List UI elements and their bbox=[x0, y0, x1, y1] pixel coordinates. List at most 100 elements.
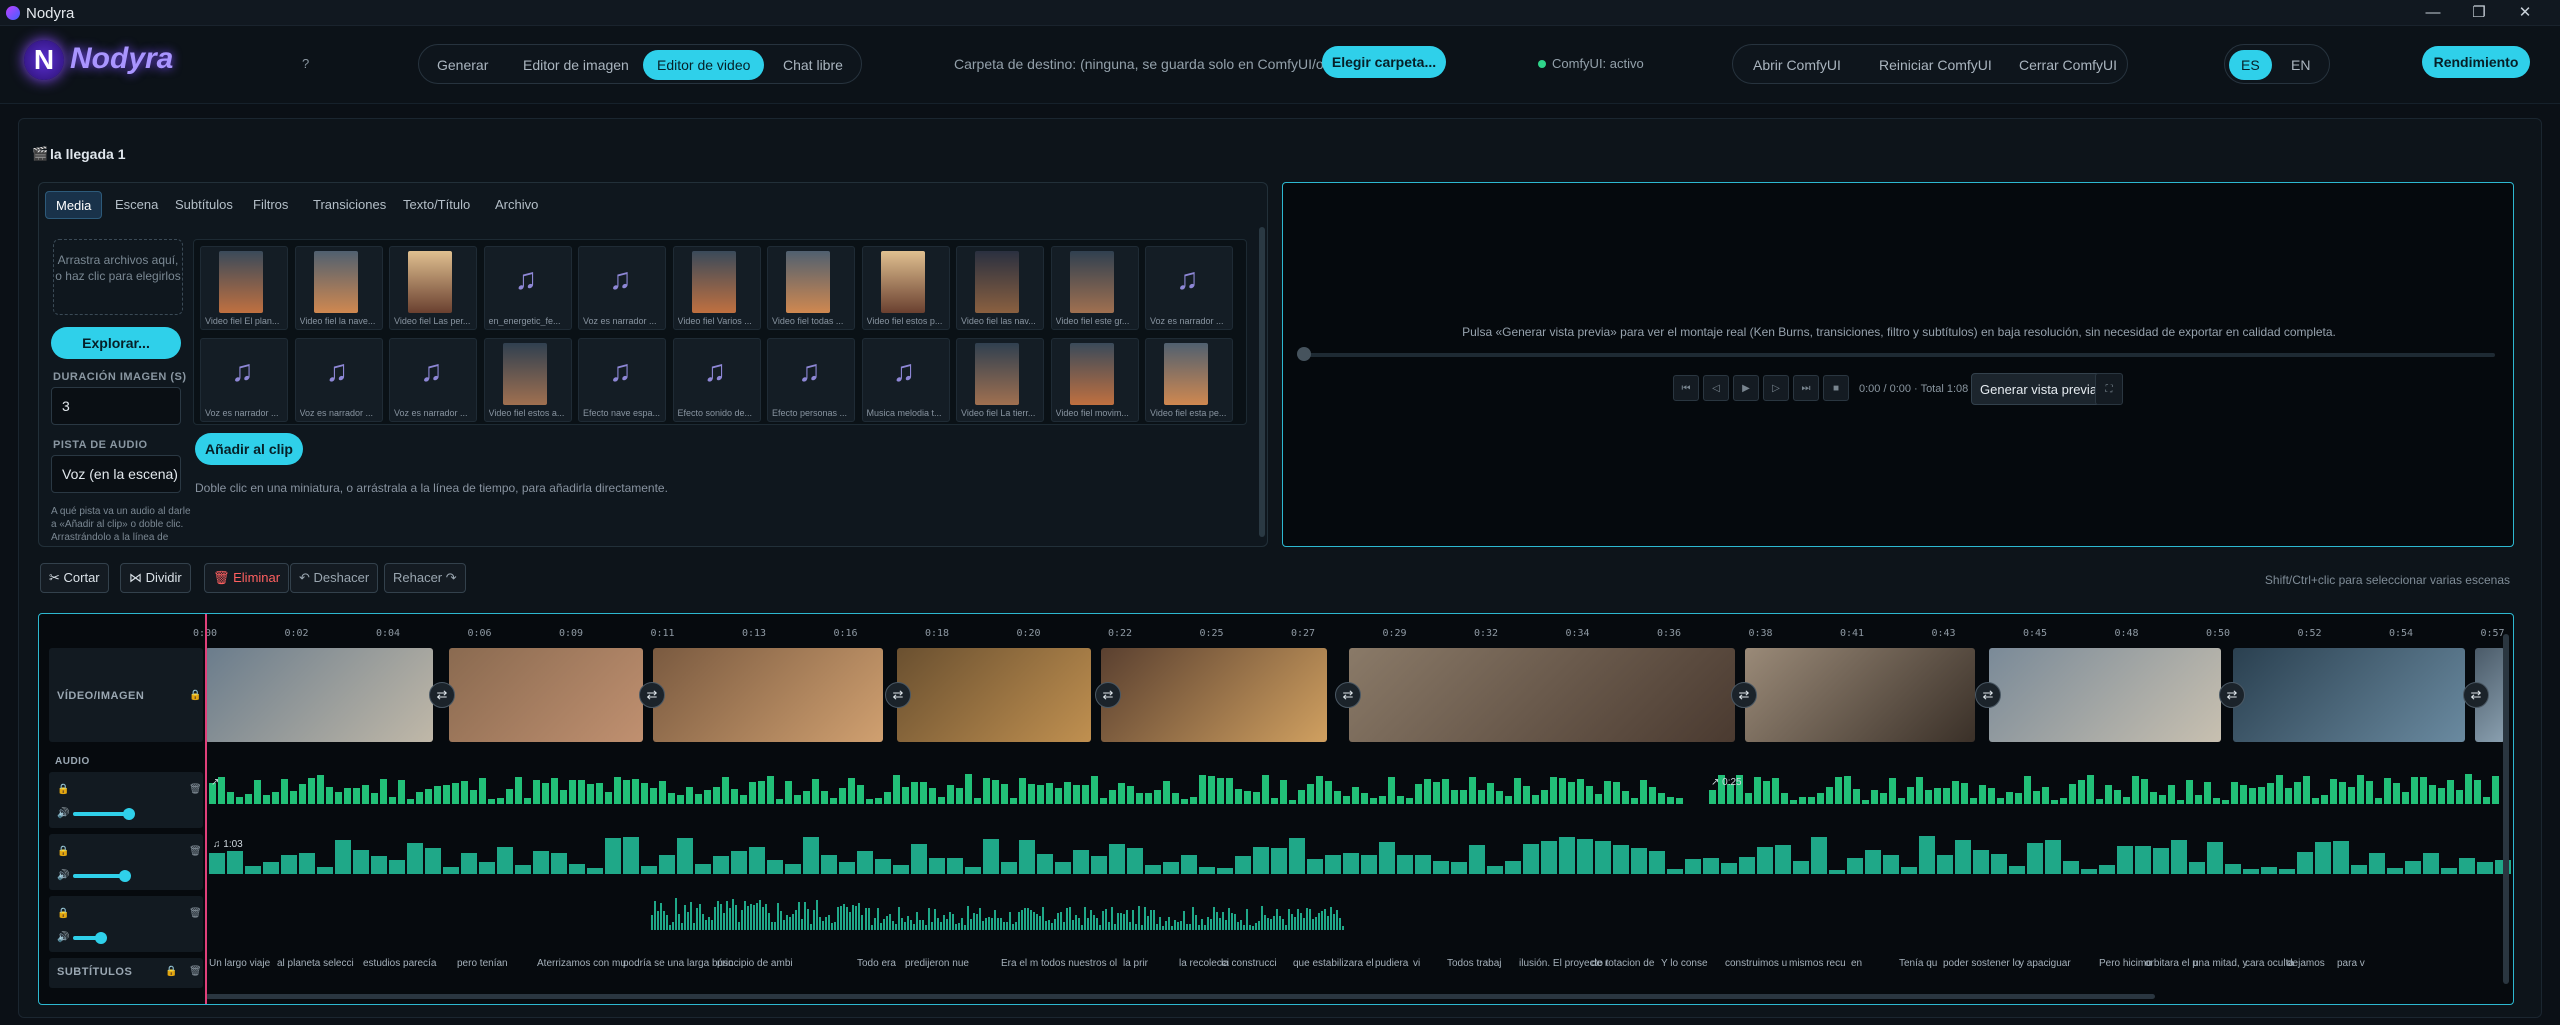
media-thumb-audio[interactable]: ♫ Efecto personas ... bbox=[767, 338, 855, 422]
media-thumb-video[interactable]: Video fiel la nave... bbox=[294, 246, 383, 330]
split-button[interactable]: ⋈ Dividir bbox=[120, 563, 191, 593]
media-thumb-video[interactable]: Video fiel El plan... bbox=[200, 246, 288, 330]
subtitle-segment[interactable]: para v bbox=[2337, 958, 2365, 969]
transition-swap-icon[interactable]: ⇄ bbox=[1095, 682, 1121, 708]
subtitle-segment[interactable]: al planeta selecci bbox=[277, 958, 354, 969]
volume-knob[interactable] bbox=[123, 808, 135, 820]
subtitle-segment[interactable]: estudios parecía bbox=[363, 958, 436, 969]
delete-button[interactable]: 🗑 Eliminar bbox=[204, 563, 290, 593]
restart-comfy-button[interactable]: Reiniciar ComfyUI bbox=[1865, 50, 2006, 80]
step-forward-button[interactable]: ▷ bbox=[1763, 375, 1789, 401]
waveform[interactable] bbox=[865, 906, 1345, 930]
media-thumb-video[interactable]: Video fiel estos a... bbox=[483, 338, 572, 422]
play-button[interactable]: ▶ bbox=[1733, 375, 1759, 401]
mode-editor-video[interactable]: Editor de video bbox=[643, 50, 765, 80]
tab-media[interactable]: Media bbox=[45, 191, 103, 219]
volume-slider[interactable] bbox=[73, 874, 123, 878]
media-thumb-video[interactable]: Video fiel este gr... bbox=[1050, 246, 1139, 330]
video-clip[interactable] bbox=[205, 648, 433, 742]
media-thumb-video[interactable]: Video fiel Las per... bbox=[389, 246, 477, 330]
playhead[interactable] bbox=[205, 614, 207, 1004]
help-button[interactable]: ? bbox=[302, 56, 309, 71]
subtitle-segment[interactable]: de rotacion de bbox=[1591, 958, 1654, 969]
subtitle-segment[interactable]: dejamos bbox=[2287, 958, 2325, 969]
subtitle-segment[interactable]: Todo era bbox=[857, 958, 896, 969]
redo-button[interactable]: Rehacer ↷ bbox=[384, 563, 466, 593]
preview-seek-handle[interactable] bbox=[1297, 347, 1311, 361]
transition-swap-icon[interactable]: ⇄ bbox=[1975, 682, 2001, 708]
duration-input[interactable]: 3 bbox=[51, 387, 181, 425]
subtitle-segment[interactable]: todos nuestros ol bbox=[1041, 958, 1117, 969]
audio-lock-icon[interactable]: 🔒 bbox=[57, 846, 69, 857]
time-ruler[interactable]: 0:000:020:040:060:090:110:130:160:180:20… bbox=[39, 622, 2513, 639]
maximize-button[interactable]: ❐ bbox=[2456, 0, 2502, 26]
close-comfy-button[interactable]: Cerrar ComfyUI bbox=[2005, 50, 2131, 80]
step-back-button[interactable]: ◁ bbox=[1703, 375, 1729, 401]
media-thumb-audio[interactable]: ♫ Musica melodia t... bbox=[861, 338, 950, 422]
media-thumb-audio[interactable]: ♫ en_energetic_fe... bbox=[483, 246, 572, 330]
media-thumb-video[interactable]: Video fiel movim... bbox=[1050, 338, 1139, 422]
subtitle-segment[interactable]: Era el m bbox=[1001, 958, 1038, 969]
subtitle-segment[interactable]: pudiera bbox=[1375, 958, 1408, 969]
video-clip[interactable] bbox=[1349, 648, 1735, 742]
trash-icon[interactable]: 🗑 bbox=[189, 784, 202, 795]
timeline-hscroll[interactable] bbox=[205, 994, 2155, 999]
subtitle-segment[interactable]: y apaciguar bbox=[2019, 958, 2071, 969]
media-thumb-audio[interactable]: ♫ Voz es narrador ... bbox=[200, 338, 288, 422]
tab-escena[interactable]: Escena bbox=[105, 191, 168, 219]
subtitle-segment[interactable]: construimos u bbox=[1725, 958, 1787, 969]
cut-button[interactable]: ✂ Cortar bbox=[40, 563, 109, 593]
transition-swap-icon[interactable]: ⇄ bbox=[1335, 682, 1361, 708]
media-thumb-video[interactable]: Video fiel La tierr... bbox=[956, 338, 1044, 422]
media-thumb-audio[interactable]: ♫ Voz es narrador ... bbox=[1145, 246, 1233, 330]
subtitle-segment[interactable]: la prir bbox=[1123, 958, 1148, 969]
transition-swap-icon[interactable]: ⇄ bbox=[1731, 682, 1757, 708]
subtitle-segment[interactable]: Aterrizamos con mu bbox=[537, 958, 626, 969]
media-thumb-video[interactable]: Video fiel estos p... bbox=[861, 246, 950, 330]
fullscreen-icon[interactable]: ⛶ bbox=[2095, 373, 2123, 405]
subtitle-segment[interactable]: pero tenían bbox=[457, 958, 508, 969]
skip-start-button[interactable]: ⏮ bbox=[1673, 375, 1699, 401]
media-thumb-video[interactable]: Video fiel las nav... bbox=[956, 246, 1044, 330]
media-thumb-audio[interactable]: ♫ Voz es narrador ... bbox=[578, 246, 666, 330]
subtitle-segment[interactable]: Y lo conse bbox=[1661, 958, 1708, 969]
lang-es[interactable]: ES bbox=[2229, 50, 2272, 80]
subtitle-segment[interactable]: Pero hicimo bbox=[2099, 958, 2152, 969]
timeline-vscroll[interactable] bbox=[2503, 634, 2509, 984]
subtitle-segment[interactable]: orbitara el p bbox=[2145, 958, 2198, 969]
subtitle-segment[interactable]: Tenía qu bbox=[1899, 958, 1937, 969]
media-thumb-audio[interactable]: ♫ Efecto nave espa... bbox=[578, 338, 666, 422]
lock-icon[interactable]: 🔒 bbox=[189, 690, 201, 701]
undo-button[interactable]: ↶ Deshacer bbox=[290, 563, 379, 593]
generate-preview-button[interactable]: Generar vista previa bbox=[1971, 373, 2107, 405]
video-clip[interactable] bbox=[897, 648, 1091, 742]
subtitle-segment[interactable]: Todos trabaj bbox=[1447, 958, 1501, 969]
tab-archivo[interactable]: Archivo bbox=[485, 191, 548, 219]
media-thumb-audio[interactable]: ♫ Efecto sonido de... bbox=[672, 338, 761, 422]
video-clip[interactable] bbox=[1101, 648, 1327, 742]
audio-lock-icon[interactable]: 🔒 bbox=[57, 784, 69, 795]
transition-swap-icon[interactable]: ⇄ bbox=[2463, 682, 2489, 708]
waveform[interactable] bbox=[651, 898, 863, 930]
add-to-clip-button[interactable]: Añadir al clip bbox=[195, 433, 303, 465]
preview-seek-track[interactable] bbox=[1303, 353, 2495, 357]
transition-swap-icon[interactable]: ⇄ bbox=[639, 682, 665, 708]
trash-icon[interactable]: 🗑 bbox=[189, 908, 202, 919]
waveform[interactable] bbox=[1709, 774, 2501, 804]
subtitle-segment[interactable]: que estabilizara el bbox=[1293, 958, 1374, 969]
transition-swap-icon[interactable]: ⇄ bbox=[885, 682, 911, 708]
mode-generar[interactable]: Generar bbox=[423, 50, 502, 80]
volume-knob[interactable] bbox=[95, 932, 107, 944]
skip-end-button[interactable]: ⏭ bbox=[1793, 375, 1819, 401]
file-drop-zone[interactable]: Arrastra archivos aquí, o haz clic para … bbox=[53, 239, 183, 315]
tab-transiciones[interactable]: Transiciones bbox=[303, 191, 396, 219]
trash-icon[interactable]: 🗑 bbox=[189, 966, 202, 977]
subtitle-segment[interactable]: Un largo viaje bbox=[209, 958, 270, 969]
media-thumb-video[interactable]: Video fiel esta pe... bbox=[1145, 338, 1233, 422]
audio-track-select[interactable]: Voz (en la escena) bbox=[51, 455, 181, 493]
waveform[interactable] bbox=[209, 836, 2511, 874]
mode-editor-imagen[interactable]: Editor de imagen bbox=[509, 50, 643, 80]
subtitle-segment[interactable]: vi bbox=[1413, 958, 1420, 969]
media-thumb-audio[interactable]: ♫ Voz es narrador ... bbox=[294, 338, 383, 422]
subtitle-segment[interactable]: mismos recu bbox=[1789, 958, 1846, 969]
